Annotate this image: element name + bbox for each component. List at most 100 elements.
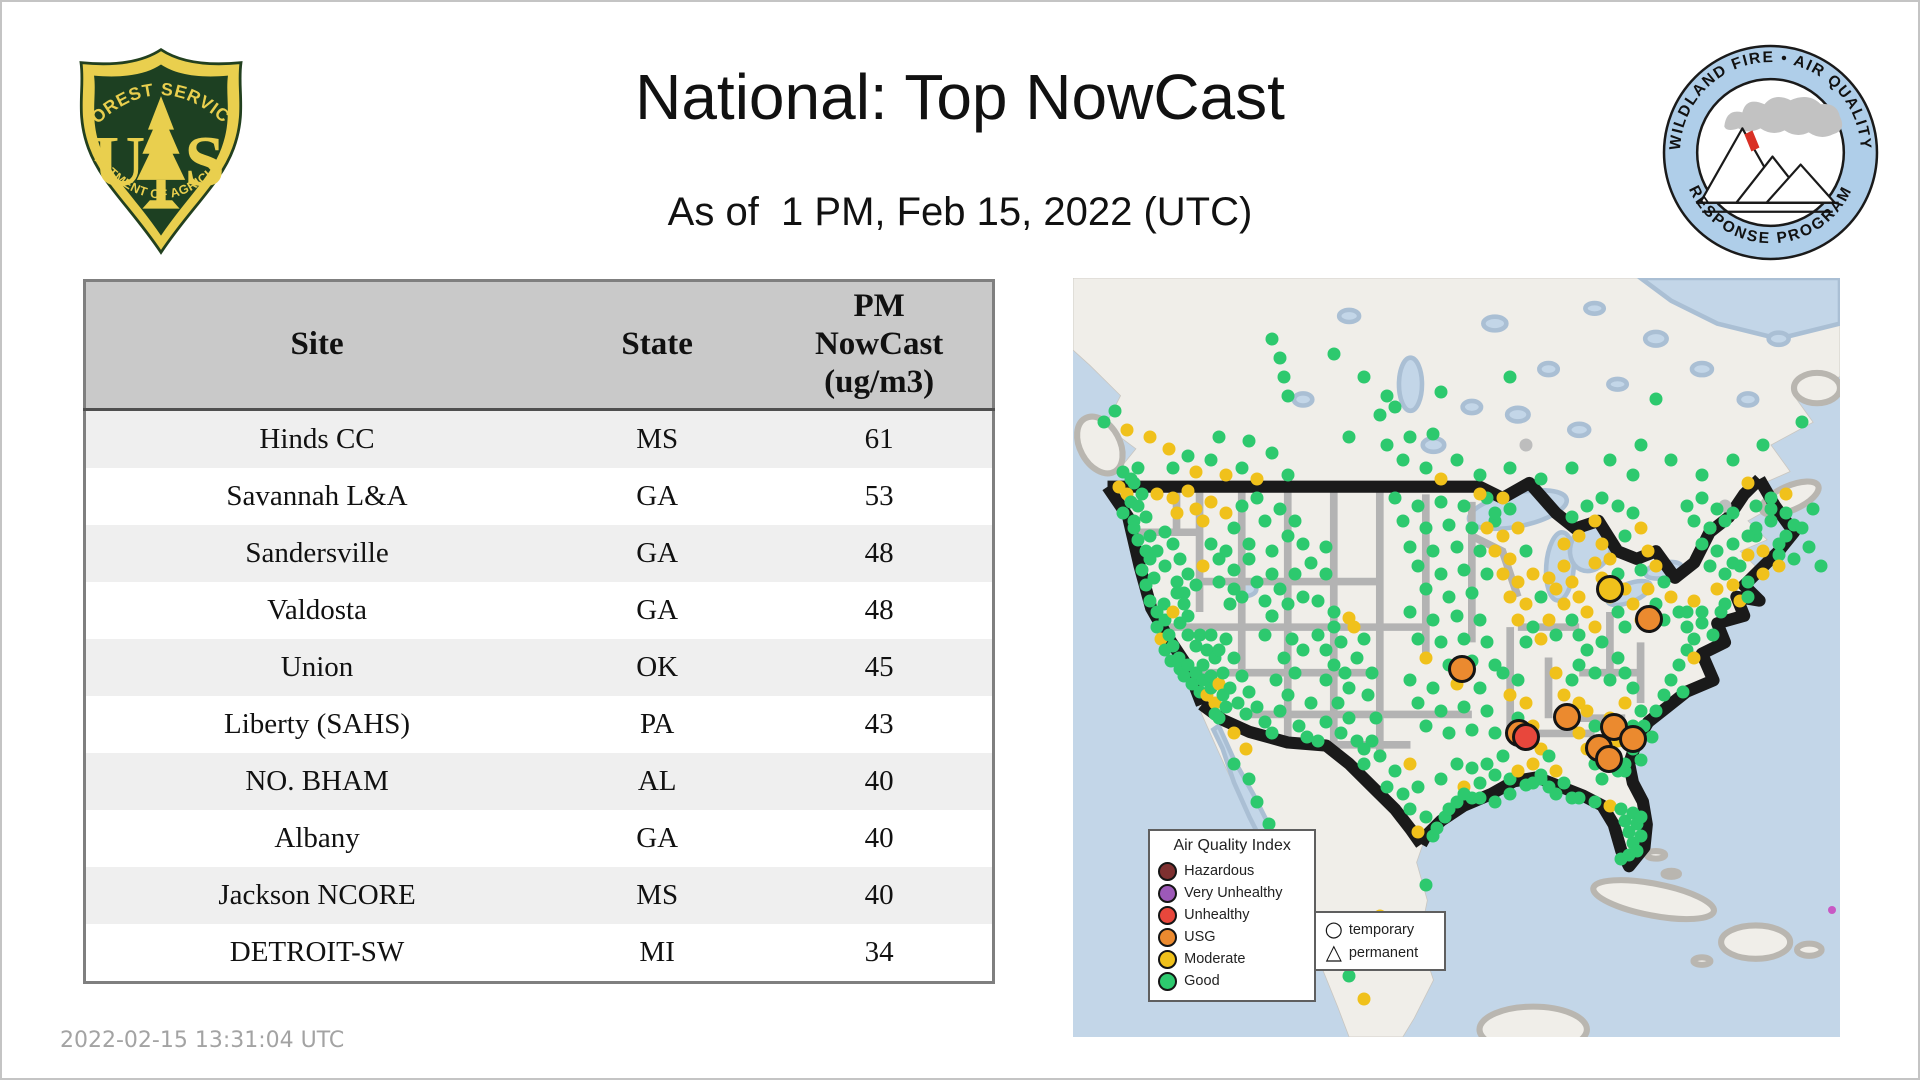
station-dot bbox=[1618, 620, 1632, 634]
station-dot bbox=[1572, 658, 1586, 672]
value-cell: 40 bbox=[864, 879, 894, 911]
station-dot bbox=[1181, 484, 1195, 498]
station-dot bbox=[1419, 582, 1433, 596]
station-dot bbox=[1802, 540, 1816, 554]
station-dot bbox=[1503, 370, 1517, 384]
station-dot bbox=[1426, 681, 1440, 695]
station-dot bbox=[1519, 544, 1533, 558]
station-dot bbox=[1534, 632, 1548, 646]
station-dot bbox=[1741, 590, 1755, 604]
station-dot bbox=[1442, 590, 1456, 604]
station-dot bbox=[1357, 370, 1371, 384]
table-header-row: Site State PM NowCast (ug/m3) bbox=[84, 280, 994, 411]
station-dot bbox=[1549, 628, 1563, 642]
station-dot bbox=[1741, 529, 1755, 543]
station-dot bbox=[1442, 518, 1456, 532]
station-dot bbox=[1250, 575, 1264, 589]
station-dot bbox=[1503, 552, 1517, 566]
station-dot bbox=[1526, 776, 1540, 790]
station-dot bbox=[1334, 635, 1348, 649]
station-dot bbox=[1565, 673, 1579, 687]
site-cell: Hinds CC bbox=[259, 423, 375, 455]
aqi-color-swatch bbox=[1158, 905, 1178, 925]
station-dot bbox=[1595, 491, 1609, 505]
station-dot bbox=[1139, 510, 1153, 524]
station-dot bbox=[1403, 757, 1417, 771]
site-cell: DETROIT-SW bbox=[229, 936, 405, 968]
station-dot bbox=[1239, 742, 1253, 756]
station-dot bbox=[1296, 537, 1310, 551]
station-dot bbox=[1572, 590, 1586, 604]
station-dot bbox=[1265, 609, 1279, 623]
station-dot bbox=[1488, 544, 1502, 558]
station-dot bbox=[1265, 726, 1279, 740]
station-dot bbox=[1496, 666, 1510, 680]
station-dot bbox=[1265, 332, 1279, 346]
station-dot bbox=[1473, 776, 1486, 790]
station-dot bbox=[1488, 768, 1502, 782]
station-dot bbox=[1342, 711, 1356, 725]
column-header-site: Site bbox=[84, 280, 549, 411]
station-dot bbox=[1450, 609, 1463, 623]
station-dot bbox=[1710, 582, 1724, 596]
station-dot bbox=[1457, 563, 1471, 577]
station-dot bbox=[1549, 787, 1563, 801]
state-cell: MI bbox=[639, 936, 675, 968]
station-dot bbox=[1216, 666, 1230, 680]
station-dot bbox=[1714, 605, 1728, 619]
station-dot bbox=[1511, 575, 1525, 589]
station-dot bbox=[1227, 726, 1241, 740]
station-dot bbox=[1277, 651, 1291, 664]
station-dot bbox=[1542, 749, 1556, 763]
station-dot bbox=[1703, 521, 1717, 535]
station-dot bbox=[1511, 764, 1525, 778]
station-dot bbox=[1649, 704, 1663, 718]
value-cell: 43 bbox=[864, 708, 894, 740]
station-dot bbox=[1380, 438, 1394, 452]
station-dot bbox=[1273, 351, 1287, 365]
station-dot bbox=[1664, 590, 1678, 604]
station-dot bbox=[1511, 613, 1525, 627]
station-dot bbox=[1204, 453, 1218, 467]
station-dot bbox=[1626, 506, 1640, 520]
station-dot bbox=[1204, 537, 1218, 551]
station-dot bbox=[1680, 499, 1694, 513]
station-dot bbox=[1269, 673, 1283, 687]
aqi-legend-item: Very Unhealthy bbox=[1158, 882, 1306, 904]
station-dot bbox=[1741, 476, 1755, 490]
station-dot bbox=[1465, 521, 1479, 535]
station-dot bbox=[1411, 559, 1425, 573]
top-site-marker bbox=[1552, 702, 1581, 731]
station-dot bbox=[1565, 613, 1579, 627]
station-dot bbox=[1496, 529, 1510, 543]
station-dot bbox=[1496, 749, 1510, 763]
value-cell: 45 bbox=[864, 651, 894, 683]
state-cell: AL bbox=[637, 765, 677, 797]
station-dot bbox=[1219, 506, 1233, 520]
station-dot bbox=[1680, 605, 1694, 619]
station-dot bbox=[1403, 802, 1417, 816]
station-dot bbox=[1611, 499, 1625, 513]
station-dot bbox=[1741, 575, 1755, 589]
station-dot bbox=[1403, 540, 1417, 554]
station-dot bbox=[1396, 787, 1410, 801]
shape-legend-permanent: △ permanent bbox=[1325, 940, 1419, 964]
station-dot bbox=[1158, 559, 1172, 573]
station-dot bbox=[1419, 719, 1433, 733]
station-dot bbox=[1503, 688, 1517, 702]
station-dot bbox=[1350, 651, 1364, 664]
shape-legend: ○ temporary △ permanent bbox=[1313, 911, 1446, 971]
station-dot bbox=[1166, 491, 1180, 505]
station-dot bbox=[1250, 472, 1264, 486]
station-dot bbox=[1603, 453, 1617, 467]
station-dot bbox=[1258, 594, 1272, 608]
station-dot bbox=[1465, 586, 1479, 600]
station-dot bbox=[1726, 578, 1740, 592]
station-dot bbox=[1749, 499, 1763, 513]
station-dot bbox=[1488, 726, 1502, 740]
column-header-pm-nowcast: PM NowCast (ug/m3) bbox=[766, 280, 994, 411]
station-dot bbox=[1223, 681, 1237, 695]
station-dot bbox=[1649, 559, 1663, 573]
station-dot bbox=[1288, 567, 1302, 581]
station-dot bbox=[1281, 389, 1295, 403]
